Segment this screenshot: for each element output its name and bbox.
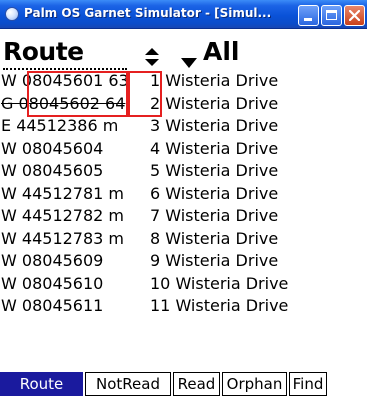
meter-id: W 08045610	[1, 273, 104, 293]
address: 1 Wisteria Drive	[150, 71, 279, 90]
sort-up-down-icon[interactable]	[142, 47, 162, 71]
address: 10 Wisteria Drive	[150, 273, 289, 293]
category-filter-value[interactable]: All	[203, 37, 240, 67]
highlight-box-reading-digits	[126, 71, 162, 117]
list-item[interactable]: E 44512386 m 3 Wisteria Drive	[0, 115, 367, 138]
meter-id: W 08045604	[1, 138, 104, 158]
bottom-toolbar: Route NotRead Read Orphan Find	[0, 372, 367, 396]
meter-id: W 08045609	[1, 251, 104, 270]
address: 8 Wisteria Drive	[150, 228, 279, 248]
address: 11 Wisteria Drive	[150, 296, 289, 315]
minimize-icon	[304, 18, 312, 21]
address: 5 Wisteria Drive	[150, 161, 279, 180]
address: 7 Wisteria Drive	[150, 206, 279, 225]
list-item[interactable]: W 08045604 4 Wisteria Drive	[0, 138, 367, 161]
page-title: Route	[3, 37, 84, 66]
read-button[interactable]: Read	[173, 372, 220, 396]
palm-app-icon[interactable]	[5, 7, 19, 21]
window-title: Palm OS Garnet Simulator - [Simul...	[24, 6, 272, 20]
maximize-icon	[326, 10, 337, 20]
list-item[interactable]: W 08045611 11 Wisteria Drive	[0, 295, 367, 318]
meter-id: E 44512386 m	[1, 116, 119, 135]
address: 4 Wisteria Drive	[150, 138, 279, 158]
list-item[interactable]: W 08045605 5 Wisteria Drive	[0, 160, 367, 183]
meter-id: W 44512782 m	[1, 206, 125, 225]
close-button[interactable]	[344, 5, 365, 26]
highlight-box-meter-number	[27, 71, 130, 117]
list-item[interactable]: W 44512781 m 6 Wisteria Drive	[0, 183, 367, 206]
bottom-margin	[0, 396, 367, 401]
palm-simulator-window: Palm OS Garnet Simulator - [Simul... Rou…	[0, 0, 367, 401]
meter-id: W 08045611	[1, 296, 104, 315]
list-item[interactable]: W 08045610 10 Wisteria Drive	[0, 273, 367, 296]
meter-id: W 08045605	[1, 161, 104, 180]
list-item[interactable]: W 44512783 m 8 Wisteria Drive	[0, 228, 367, 251]
meter-id: W 44512781 m	[1, 183, 125, 203]
address: 2 Wisteria Drive	[150, 93, 279, 113]
route-button[interactable]: Route	[0, 372, 83, 396]
maximize-button[interactable]	[321, 5, 342, 26]
orphan-button[interactable]: Orphan	[222, 372, 287, 396]
list-item[interactable]: W 08045609 9 Wisteria Drive	[0, 250, 367, 273]
notread-button[interactable]: NotRead	[85, 372, 171, 396]
meter-id: W 44512783 m	[1, 228, 125, 248]
find-button[interactable]: Find	[289, 372, 327, 396]
window-titlebar[interactable]: Palm OS Garnet Simulator - [Simul...	[0, 0, 367, 29]
close-icon	[349, 10, 360, 21]
minimize-button[interactable]	[298, 5, 319, 26]
address: 3 Wisteria Drive	[150, 116, 279, 135]
address: 9 Wisteria Drive	[150, 251, 279, 270]
address: 6 Wisteria Drive	[150, 183, 279, 203]
list-item[interactable]: W 44512782 m 7 Wisteria Drive	[0, 205, 367, 228]
